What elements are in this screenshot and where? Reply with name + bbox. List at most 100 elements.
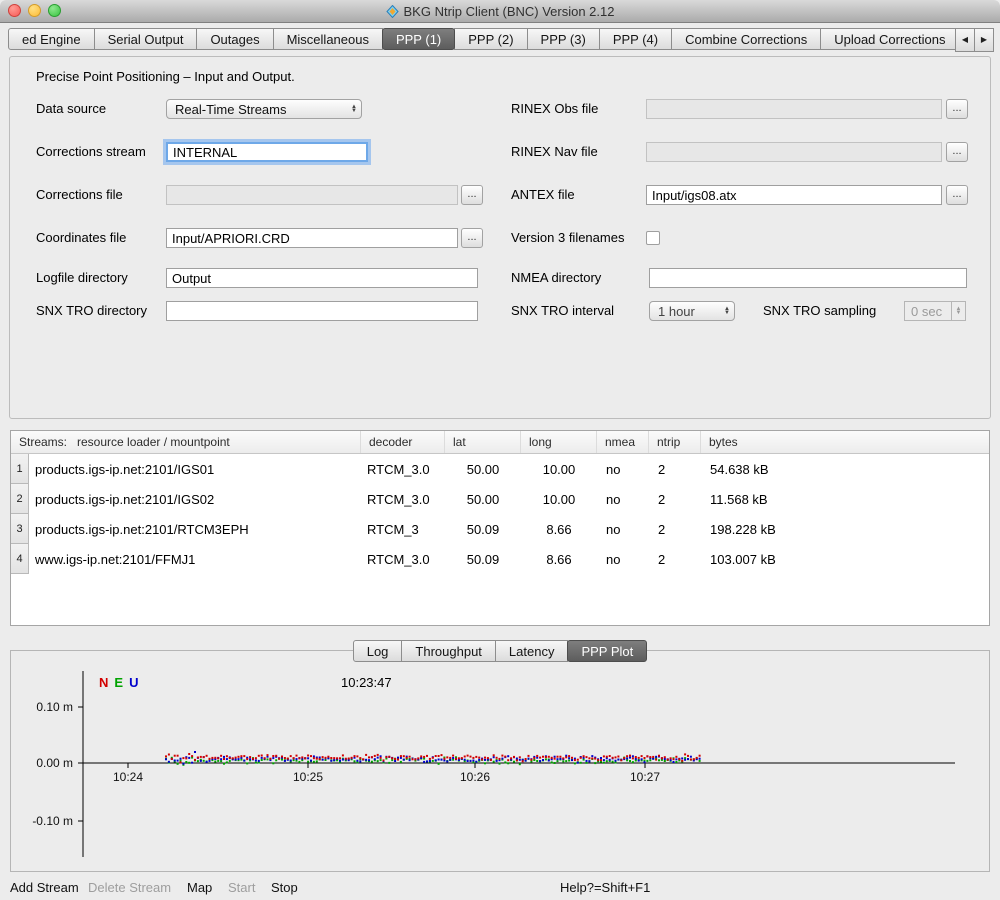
tab-scroll-arrows: ◀ ▶ (956, 28, 994, 52)
row-number: 4 (11, 544, 29, 574)
app-window: BKG Ntrip Client (BNC) Version 2.12 ed E… (0, 0, 1000, 900)
snx-tro-interval-value: 1 hour (658, 304, 695, 319)
tab-log[interactable]: Log (353, 640, 403, 662)
data-source-dropdown[interactable]: Real-Time Streams ▲▼ (166, 99, 362, 119)
cell-ntrip: 2 (649, 484, 701, 514)
rinex-obs-browse-button[interactable]: ... (946, 99, 968, 119)
cell-lat: 50.00 (445, 454, 521, 484)
cell-bytes: 54.638 kB (701, 454, 989, 484)
snx-tro-interval-dropdown[interactable]: 1 hour ▲▼ (649, 301, 735, 321)
column-header-long: long (521, 431, 597, 453)
plot-tabbar: Log Throughput Latency PPP Plot (0, 640, 1000, 662)
cell-lat: 50.09 (445, 544, 521, 574)
stop-button[interactable]: Stop (271, 880, 298, 895)
snx-tro-interval-label: SNX TRO interval (511, 301, 614, 321)
ppp-panel: Precise Point Positioning – Input and Ou… (9, 56, 991, 419)
cell-long: 8.66 (521, 514, 597, 544)
ppp-plot: N E U 10:23:47 0.10 m 0.00 m -0.10 m 10:… (10, 650, 990, 872)
start-button: Start (228, 880, 255, 895)
antex-file-input[interactable] (646, 185, 942, 205)
tab-latency[interactable]: Latency (495, 640, 569, 662)
cell-ntrip: 2 (649, 514, 701, 544)
snx-tro-directory-label: SNX TRO directory (36, 301, 147, 321)
rinex-nav-file-label: RINEX Nav file (511, 142, 598, 162)
cell-nmea: no (597, 454, 649, 484)
tab-combine-corrections[interactable]: Combine Corrections (671, 28, 821, 50)
help-shortcut-label: Help?=Shift+F1 (560, 880, 650, 895)
cell-lat: 50.09 (445, 514, 521, 544)
column-header-bytes: bytes (701, 431, 989, 453)
cell-bytes: 103.007 kB (701, 544, 989, 574)
tab-ppp-plot[interactable]: PPP Plot (567, 640, 647, 662)
cell-bytes: 198.228 kB (701, 514, 989, 544)
rinex-obs-file-label: RINEX Obs file (511, 99, 598, 119)
delete-stream-button: Delete Stream (88, 880, 171, 895)
snx-tro-directory-input[interactable] (166, 301, 478, 321)
stepper-arrows-icon: ▲▼ (951, 302, 965, 320)
cell-long: 10.00 (521, 484, 597, 514)
column-header-nmea: nmea (597, 431, 649, 453)
snx-tro-sampling-label: SNX TRO sampling (763, 301, 876, 321)
nmea-directory-label: NMEA directory (511, 268, 601, 288)
cell-mountpoint: products.igs-ip.net:2101/IGS02 (29, 484, 361, 514)
coordinates-file-label: Coordinates file (36, 228, 126, 248)
cell-decoder: RTCM_3.0 (361, 544, 445, 574)
tab-miscellaneous[interactable]: Miscellaneous (273, 28, 383, 50)
table-row[interactable]: 3 products.igs-ip.net:2101/RTCM3EPH RTCM… (11, 514, 989, 544)
antex-browse-button[interactable]: ... (946, 185, 968, 205)
coordinates-file-browse-button[interactable]: ... (461, 228, 483, 248)
version3-filenames-checkbox[interactable] (646, 231, 660, 245)
corrections-file-browse-button[interactable]: ... (461, 185, 483, 205)
cell-bytes: 11.568 kB (701, 484, 989, 514)
panel-heading: Precise Point Positioning – Input and Ou… (36, 69, 295, 84)
tab-ppp-2[interactable]: PPP (2) (454, 28, 527, 50)
bottom-toolbar: Add Stream Delete Stream Map Start Stop … (0, 876, 1000, 900)
tab-ppp-1[interactable]: PPP (1) (382, 28, 455, 50)
app-icon (386, 5, 399, 18)
cell-nmea: no (597, 514, 649, 544)
cell-mountpoint: www.igs-ip.net:2101/FFMJ1 (29, 544, 361, 574)
add-stream-button[interactable]: Add Stream (10, 880, 79, 895)
tab-upload-corrections[interactable]: Upload Corrections (820, 28, 959, 50)
corrections-file-label: Corrections file (36, 185, 123, 205)
tab-serial-output[interactable]: Serial Output (94, 28, 198, 50)
column-header-ntrip: ntrip (649, 431, 701, 453)
table-row[interactable]: 2 products.igs-ip.net:2101/IGS02 RTCM_3.… (11, 484, 989, 514)
table-row[interactable]: 4 www.igs-ip.net:2101/FFMJ1 RTCM_3.0 50.… (11, 544, 989, 574)
coordinates-file-input[interactable] (166, 228, 458, 248)
cell-decoder: RTCM_3.0 (361, 454, 445, 484)
nmea-directory-input[interactable] (649, 268, 967, 288)
tab-throughput[interactable]: Throughput (401, 640, 496, 662)
tab-ppp-3[interactable]: PPP (3) (527, 28, 600, 50)
tab-scroll-right-icon[interactable]: ▶ (974, 28, 994, 52)
corrections-stream-label: Corrections stream (36, 142, 146, 162)
streams-table: Streams: resource loader / mountpoint de… (10, 430, 990, 626)
cell-nmea: no (597, 544, 649, 574)
tab-feed-engine[interactable]: ed Engine (8, 28, 95, 50)
cell-ntrip: 2 (649, 544, 701, 574)
tab-outages[interactable]: Outages (196, 28, 273, 50)
row-number: 2 (11, 484, 29, 514)
cell-decoder: RTCM_3 (361, 514, 445, 544)
snx-tro-sampling-value: 0 sec (911, 304, 942, 319)
cell-long: 10.00 (521, 454, 597, 484)
snx-tro-sampling-stepper: 0 sec ▲▼ (904, 301, 966, 321)
streams-table-header: Streams: resource loader / mountpoint de… (11, 431, 989, 454)
data-source-value: Real-Time Streams (175, 102, 286, 117)
version3-filenames-label: Version 3 filenames (511, 228, 624, 248)
rinex-nav-browse-button[interactable]: ... (946, 142, 968, 162)
cell-lat: 50.00 (445, 484, 521, 514)
antex-file-label: ANTEX file (511, 185, 575, 205)
corrections-stream-input[interactable] (166, 142, 368, 162)
rinex-obs-file-input (646, 99, 942, 119)
cell-decoder: RTCM_3.0 (361, 484, 445, 514)
map-button[interactable]: Map (187, 880, 212, 895)
tab-scroll-left-icon[interactable]: ◀ (955, 28, 975, 52)
cell-mountpoint: products.igs-ip.net:2101/IGS01 (29, 454, 361, 484)
tab-ppp-4[interactable]: PPP (4) (599, 28, 672, 50)
row-number: 1 (11, 454, 29, 484)
logfile-directory-input[interactable] (166, 268, 478, 288)
table-row[interactable]: 1 products.igs-ip.net:2101/IGS01 RTCM_3.… (11, 454, 989, 484)
cell-mountpoint: products.igs-ip.net:2101/RTCM3EPH (29, 514, 361, 544)
logfile-directory-label: Logfile directory (36, 268, 128, 288)
